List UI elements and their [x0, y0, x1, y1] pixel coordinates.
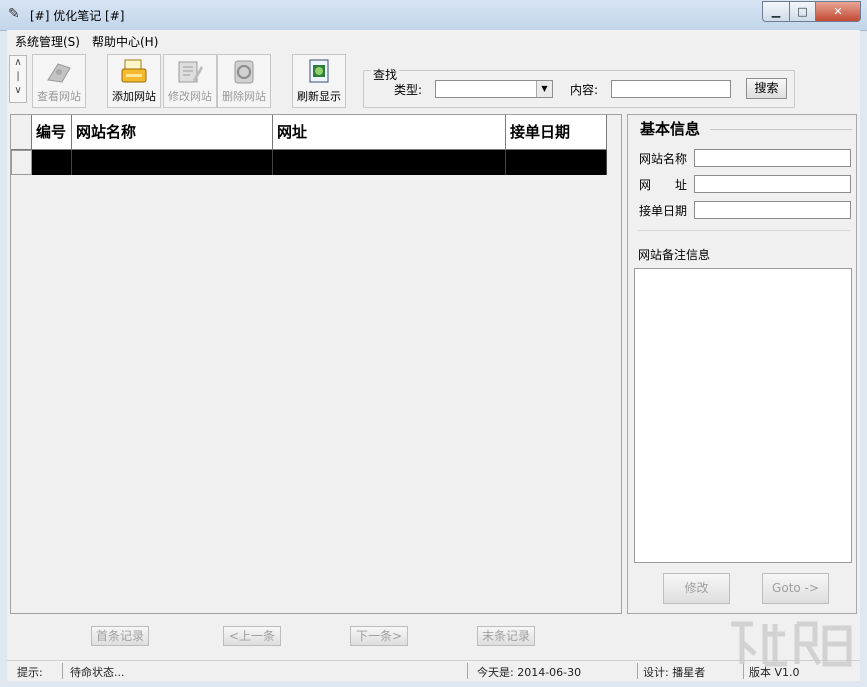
field-date-input[interactable]	[694, 201, 851, 219]
goto-button[interactable]: Goto ->	[762, 573, 829, 604]
field-name-input[interactable]	[694, 149, 851, 167]
col-id-header[interactable]: 编号	[32, 115, 72, 150]
add-site-icon	[121, 59, 147, 83]
view-site-label: 查看网站	[37, 90, 81, 103]
site-grid[interactable]: 编号 网站名称 网址 接单日期	[10, 114, 622, 614]
search-content-label: 内容:	[570, 83, 599, 97]
search-button[interactable]: 搜索	[746, 78, 787, 99]
edit-site-icon	[178, 61, 203, 83]
edit-site-label: 修改网站	[168, 90, 212, 103]
minimize-button[interactable]: ▁	[762, 1, 790, 22]
status-hint-value: 待命状态...	[70, 666, 125, 679]
field-url-label: 网 址	[639, 178, 688, 192]
cell-date[interactable]	[506, 150, 607, 175]
edit-site-button[interactable]: 修改网站	[163, 54, 217, 108]
menu-bar: 系统管理(S) 帮助中心(H)	[7, 30, 860, 50]
col-url-header[interactable]: 网址	[273, 115, 506, 150]
toolbar: ∧ | ∨ 查看网站 添加网站 修改网站 删除网站 刷新显示 查找 类型: ▼ …	[7, 52, 860, 114]
menu-system[interactable]: 系统管理(S)	[15, 33, 80, 50]
maximize-icon: □	[797, 5, 808, 18]
grid-corner	[11, 115, 32, 150]
first-record-button[interactable]: 首条记录	[91, 626, 149, 646]
search-content-input[interactable]	[611, 80, 731, 98]
refresh-icon	[309, 59, 329, 83]
field-date-label: 接单日期	[639, 204, 688, 218]
field-url-input[interactable]	[694, 175, 851, 193]
window-title: [#] 优化笔记 [#]	[30, 9, 125, 23]
status-designer: 设计: 播星者	[643, 666, 706, 679]
col-name-header[interactable]: 网站名称	[72, 115, 273, 150]
last-record-button[interactable]: 末条记录	[477, 626, 535, 646]
next-record-button[interactable]: 下一条>	[350, 626, 408, 646]
table-row[interactable]	[11, 150, 607, 175]
memo-textarea[interactable]	[634, 268, 852, 563]
detail-panel: 基本信息 网站名称 网 址 接单日期 网站备注信息 修改 Goto ->	[627, 114, 857, 614]
scroll-down-icon[interactable]: ∨	[10, 84, 26, 98]
add-site-label: 添加网站	[112, 90, 156, 103]
status-today: 今天是: 2014-06-30	[477, 666, 582, 679]
view-site-button[interactable]: 查看网站	[32, 54, 86, 108]
scroll-up-icon[interactable]: ∧	[10, 56, 26, 70]
delete-site-button[interactable]: 删除网站	[217, 54, 271, 108]
grid-header: 编号 网站名称 网址 接单日期	[11, 115, 607, 150]
cell-id[interactable]	[32, 150, 72, 175]
chevron-down-icon[interactable]: ▼	[536, 81, 552, 97]
search-type-select[interactable]: ▼	[435, 80, 553, 98]
edit-button[interactable]: 修改	[663, 573, 730, 604]
prev-record-button[interactable]: <上一条	[223, 626, 281, 646]
menu-help[interactable]: 帮助中心(H)	[92, 33, 158, 50]
app-pen-icon: ✎	[8, 6, 20, 22]
memo-label: 网站备注信息	[638, 248, 711, 262]
close-icon: ✕	[833, 5, 843, 18]
maximize-button[interactable]: □	[790, 1, 816, 22]
refresh-label: 刷新显示	[297, 90, 341, 103]
search-type-label: 类型:	[394, 83, 423, 97]
watermark-logo	[731, 621, 852, 667]
toolbar-scroll[interactable]: ∧ | ∨	[9, 55, 27, 103]
cell-name[interactable]	[72, 150, 273, 175]
refresh-button[interactable]: 刷新显示	[292, 54, 346, 108]
client-area: 系统管理(S) 帮助中心(H) ∧ | ∨ 查看网站 添加网站 修改网站 删除网…	[7, 30, 860, 681]
title-bar[interactable]: ✎ [#] 优化笔记 [#] ▁ □ ✕	[0, 0, 867, 31]
cell-url[interactable]	[273, 150, 506, 175]
minimize-icon: ▁	[771, 5, 781, 18]
close-button[interactable]: ✕	[816, 1, 861, 22]
row-indicator[interactable]	[11, 150, 32, 175]
add-site-button[interactable]: 添加网站	[107, 54, 161, 108]
detail-title: 基本信息	[638, 118, 703, 139]
delete-site-label: 删除网站	[222, 90, 266, 103]
view-site-icon	[47, 63, 71, 83]
col-date-header[interactable]: 接单日期	[506, 115, 607, 150]
field-name-label: 网站名称	[639, 152, 688, 166]
status-hint-label: 提示:	[17, 666, 43, 679]
delete-site-icon	[234, 60, 254, 84]
